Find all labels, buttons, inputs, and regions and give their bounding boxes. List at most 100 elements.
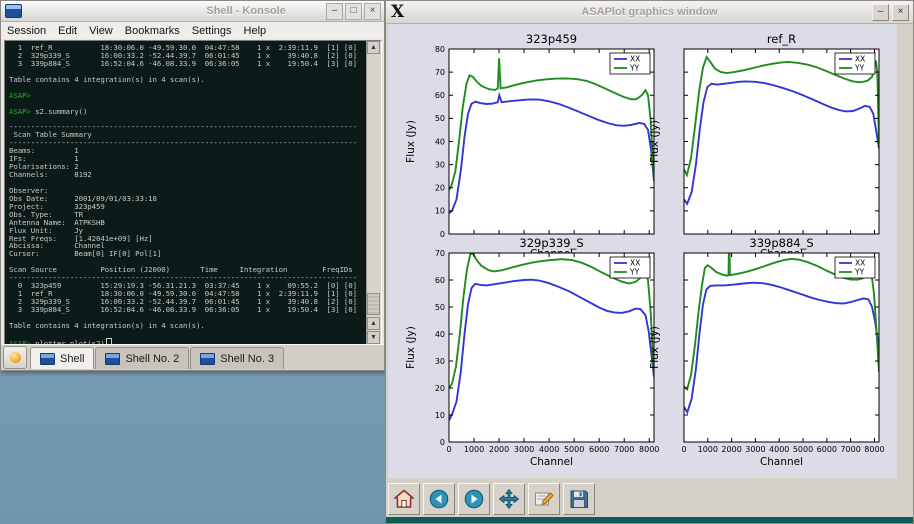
plot-title: 329p339_S — [519, 236, 583, 250]
scroll-up-icon[interactable]: ▲ — [367, 41, 380, 54]
svg-text:80: 80 — [435, 45, 445, 54]
subplot-config-icon — [533, 488, 555, 510]
terminal-line: Cursor: Beam[0] IF[0] Pol[1] — [9, 250, 367, 258]
svg-text:8000: 8000 — [639, 445, 659, 454]
back-button[interactable] — [423, 483, 455, 515]
subplot-339p884_S: 010002000300040005000600070008000339p884… — [649, 231, 885, 468]
svg-text:1000: 1000 — [698, 445, 718, 454]
close-icon[interactable]: × — [364, 3, 381, 20]
svg-text:1000: 1000 — [464, 445, 484, 454]
legend-label: YY — [629, 64, 640, 73]
svg-text:10: 10 — [435, 207, 445, 216]
svg-text:50: 50 — [435, 303, 445, 312]
svg-text:7000: 7000 — [614, 445, 634, 454]
back-arrow-icon — [428, 488, 450, 510]
svg-text:4000: 4000 — [769, 445, 789, 454]
terminal-line — [9, 179, 367, 187]
legend-label: YY — [629, 268, 640, 277]
home-button[interactable] — [388, 483, 420, 515]
terminal-scrollbar[interactable]: ▲ ▲ ▼ — [366, 41, 381, 344]
pan-move-icon — [498, 488, 520, 510]
terminal-icon — [200, 353, 215, 365]
legend-label: XX — [855, 55, 865, 64]
minimize-icon[interactable]: – — [326, 3, 343, 20]
y-axis-label: Flux (Jy) — [649, 120, 661, 163]
tab-shell-3[interactable]: Shell No. 3 — [190, 347, 284, 369]
tab-shell-2[interactable]: Shell No. 2 — [95, 347, 189, 369]
svg-text:0: 0 — [681, 445, 686, 454]
svg-text:4000: 4000 — [539, 445, 559, 454]
svg-text:70: 70 — [435, 249, 445, 258]
svg-text:40: 40 — [435, 330, 445, 339]
maximize-icon[interactable]: □ — [345, 3, 362, 20]
konsole-titlebar[interactable]: Shell - Konsole – □ × — [1, 1, 384, 22]
svg-text:0: 0 — [446, 445, 451, 454]
subplot-ref_R: ref_RChannelFlux (Jy)XXYY — [649, 32, 879, 260]
minimize-icon[interactable]: – — [872, 4, 889, 21]
new-session-button[interactable] — [3, 346, 27, 369]
menu-help[interactable]: Help — [238, 25, 273, 37]
terminal-icon — [105, 353, 120, 365]
terminal-line — [9, 330, 367, 338]
terminal-line: ASAP> — [9, 92, 367, 100]
terminal-line — [9, 84, 367, 92]
x-axis-label: Channel — [530, 456, 573, 468]
save-button[interactable] — [563, 483, 595, 515]
svg-text:5000: 5000 — [793, 445, 813, 454]
asaplot-titlebar[interactable]: X ASAPlot graphics window – × — [386, 1, 913, 24]
svg-text:20: 20 — [435, 384, 445, 393]
legend-label: XX — [630, 259, 640, 268]
legend-label: YY — [854, 268, 865, 277]
forward-button[interactable] — [458, 483, 490, 515]
svg-text:0: 0 — [440, 438, 445, 447]
y-axis-label: Flux (Jy) — [649, 326, 661, 369]
konsole-menubar: Session Edit View Bookmarks Settings Hel… — [1, 22, 384, 39]
tab-label: Shell — [60, 353, 84, 365]
y-axis-label: Flux (Jy) — [405, 120, 417, 163]
subplot-329p339_S: 0100020003000400050006000700080000102030… — [405, 236, 659, 468]
legend-label: XX — [630, 55, 640, 64]
tab-label: Shell No. 2 — [125, 353, 179, 365]
pan-button[interactable] — [493, 483, 525, 515]
plot-title: 339p884_S — [749, 236, 813, 250]
subplot-323p459: 01020304050607080323p459ChannelFlux (Jy)… — [405, 32, 654, 260]
y-axis-label: Flux (Jy) — [405, 326, 417, 369]
terminal-output[interactable]: 1 ref_R 18:30:06.0 -49.59.30.0 04:47:58 … — [5, 41, 367, 344]
svg-text:30: 30 — [435, 357, 445, 366]
svg-text:60: 60 — [435, 276, 445, 285]
figure-svg: 0 10 20 30 40 50 60 70 80 323p459 Channel Flux (Jy)… — [388, 24, 897, 478]
tab-label: Shell No. 3 — [220, 353, 274, 365]
konsole-window: Shell - Konsole – □ × Session Edit View … — [0, 0, 385, 371]
konsole-title: Shell - Konsole — [206, 5, 285, 17]
menu-view[interactable]: View — [83, 25, 119, 37]
svg-text:6000: 6000 — [589, 445, 609, 454]
svg-text:0: 0 — [440, 230, 445, 239]
plot-title: 323p459 — [526, 32, 577, 46]
svg-text:8000: 8000 — [864, 445, 884, 454]
svg-text:7000: 7000 — [840, 445, 860, 454]
menu-bookmarks[interactable]: Bookmarks — [119, 25, 186, 37]
new-session-icon — [10, 352, 21, 363]
svg-text:50: 50 — [435, 114, 445, 123]
menu-settings[interactable]: Settings — [186, 25, 238, 37]
svg-text:10: 10 — [435, 411, 445, 420]
svg-text:5000: 5000 — [564, 445, 584, 454]
scroll-up-icon[interactable]: ▲ — [367, 317, 380, 330]
scrollbar-thumb[interactable] — [367, 293, 380, 315]
plot-toolbar — [388, 482, 595, 516]
save-floppy-icon — [568, 488, 590, 510]
svg-text:6000: 6000 — [817, 445, 837, 454]
menu-edit[interactable]: Edit — [52, 25, 83, 37]
menu-session[interactable]: Session — [1, 25, 52, 37]
terminal-line: 3 339p884_S 16:52:04.6 -46.08.33.9 06:36… — [9, 306, 367, 314]
svg-text:70: 70 — [435, 68, 445, 77]
close-icon[interactable]: × — [892, 4, 909, 21]
scroll-down-icon[interactable]: ▼ — [367, 331, 380, 344]
svg-text:20: 20 — [435, 184, 445, 193]
konsole-app-icon — [5, 4, 22, 18]
svg-text:40: 40 — [435, 137, 445, 146]
plot-canvas[interactable]: 0 10 20 30 40 50 60 70 80 323p459 Channel Flux (Jy)… — [388, 24, 897, 478]
subplots-button[interactable] — [528, 483, 560, 515]
tab-shell[interactable]: Shell — [30, 347, 94, 369]
terminal-line: Table contains 4 integration(s) in 4 sca… — [9, 76, 367, 84]
